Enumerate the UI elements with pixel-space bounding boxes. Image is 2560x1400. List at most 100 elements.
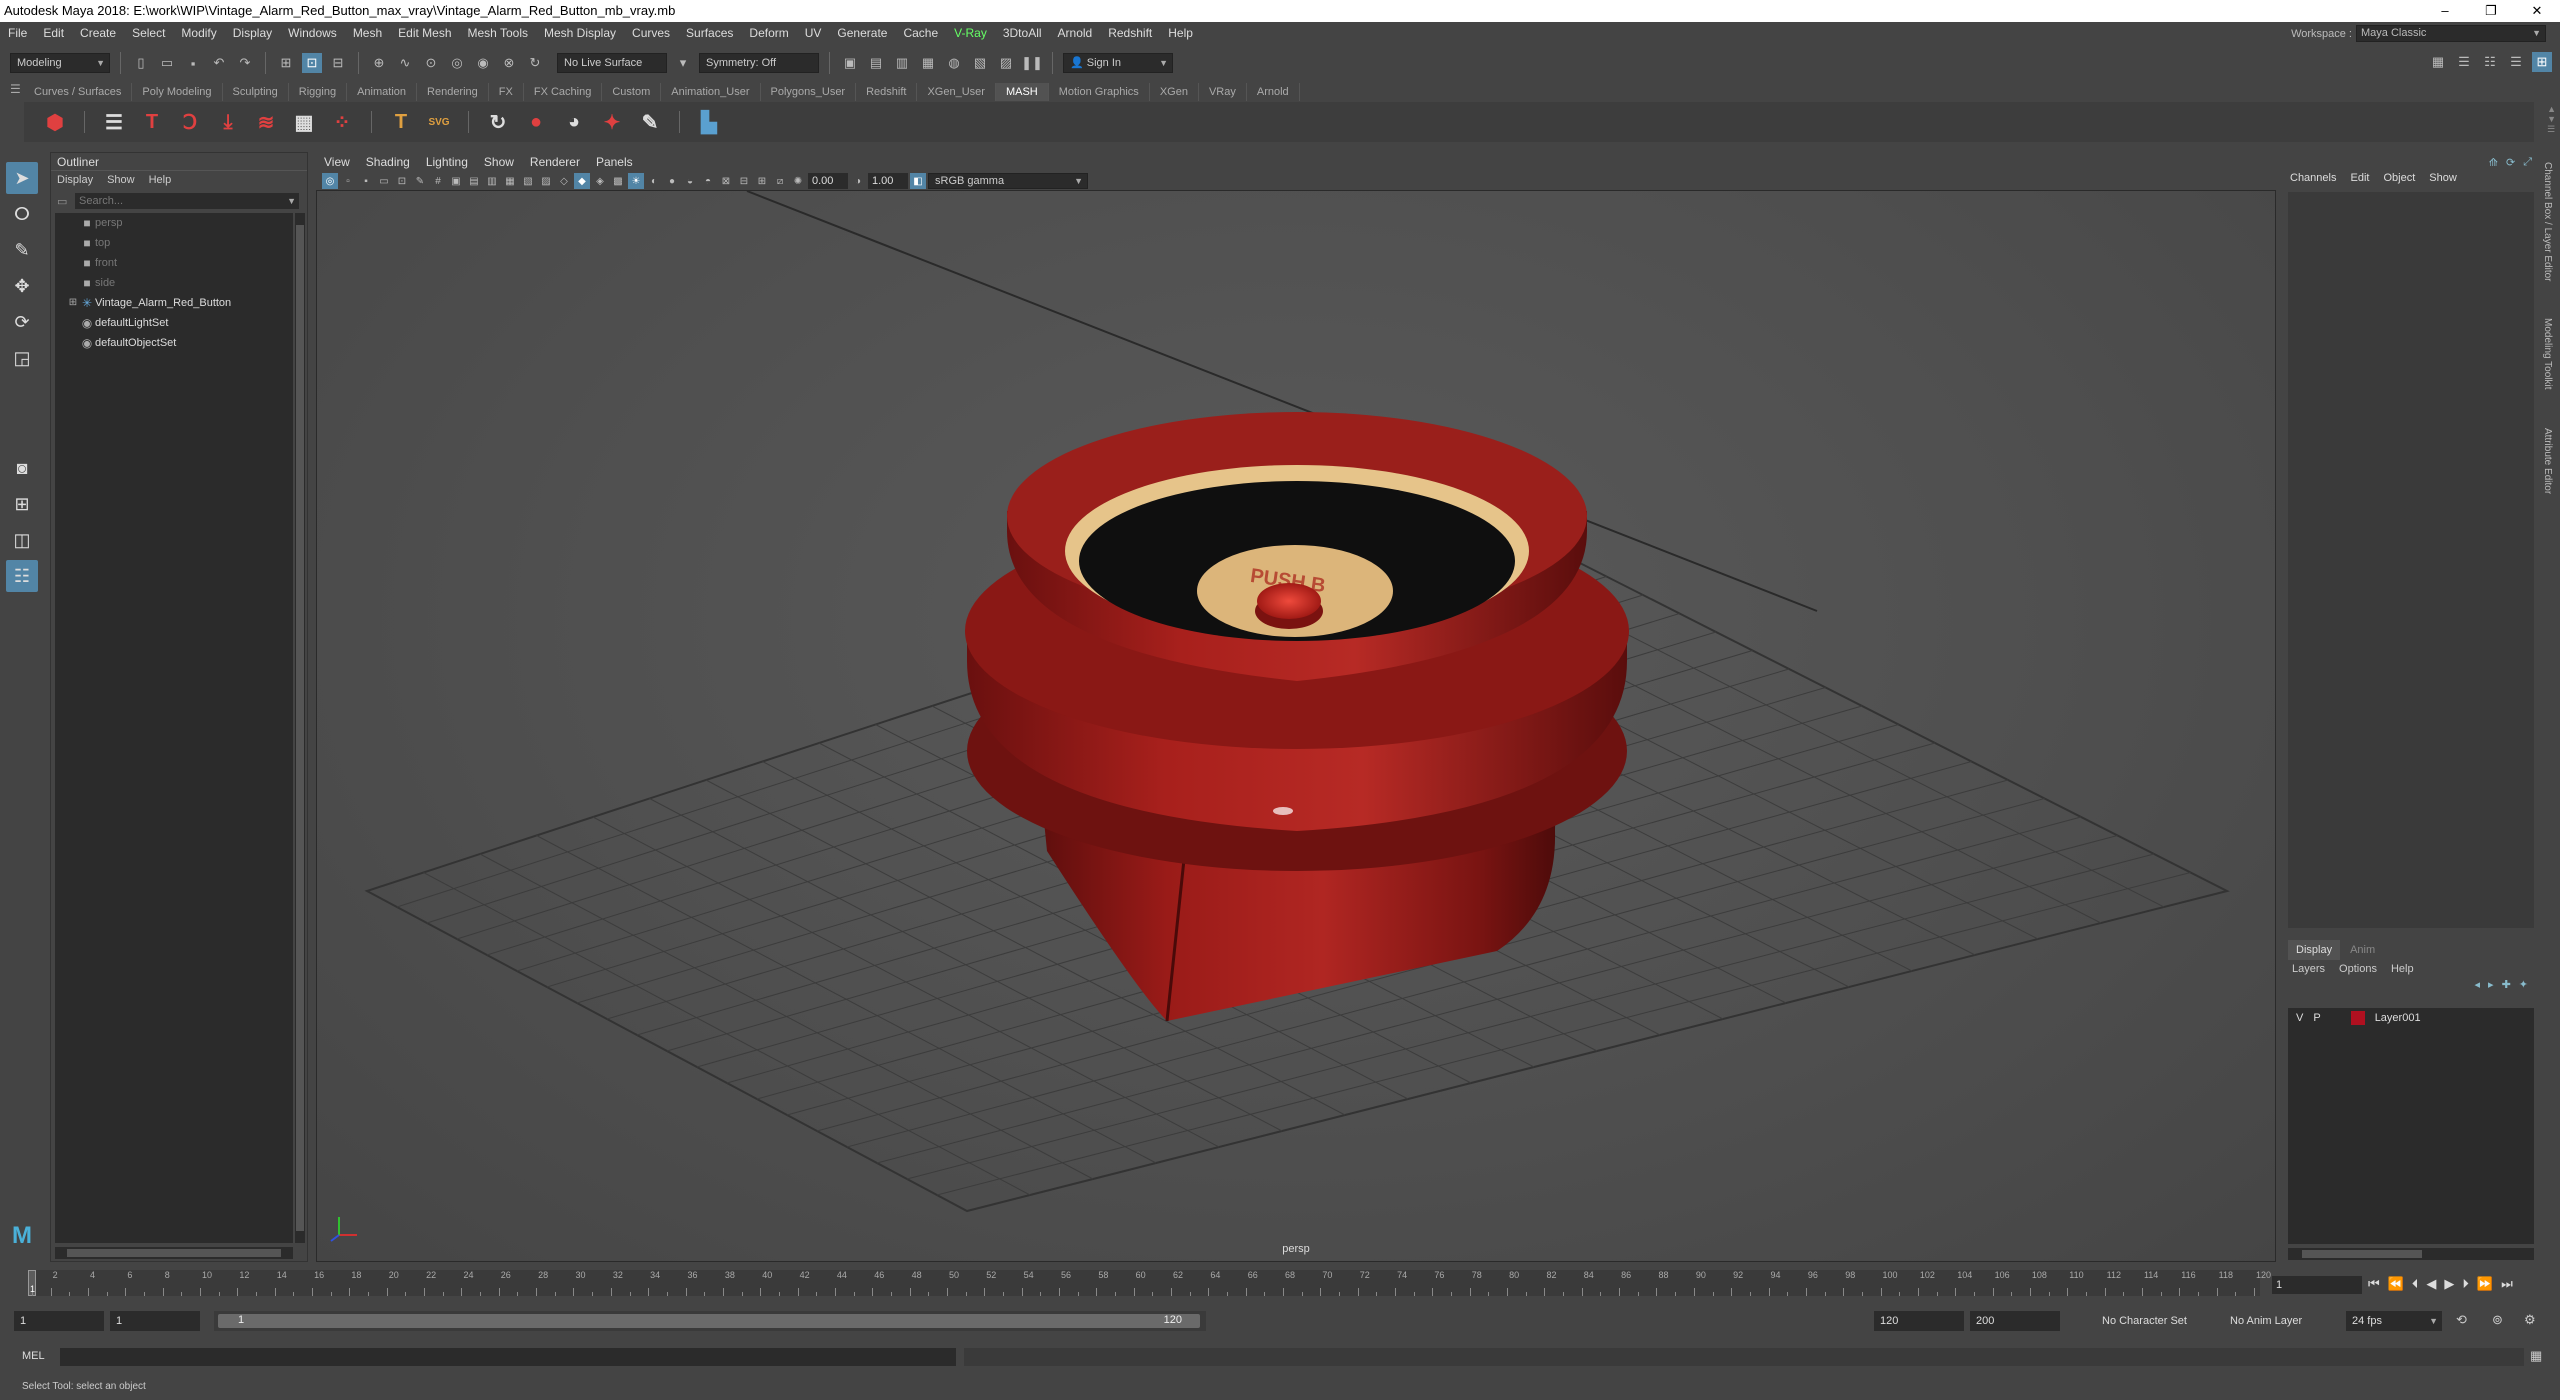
shelf-tab-polygons-user[interactable]: Polygons_User xyxy=(761,83,857,101)
range-bar-handle[interactable] xyxy=(218,1314,1200,1328)
play-backwards-icon[interactable]: ◀ xyxy=(2426,1276,2436,1292)
paint-select-icon[interactable]: ✎ xyxy=(6,234,38,266)
restore-button[interactable]: ❐ xyxy=(2468,0,2514,22)
menu-select[interactable]: Select xyxy=(124,22,173,44)
move-layer-up-icon[interactable]: ◂ xyxy=(2475,978,2481,996)
new-scene-icon[interactable]: ▯ xyxy=(131,53,151,73)
mash-script-icon[interactable]: ▙ xyxy=(696,109,722,135)
go-to-end-icon[interactable]: ⏭ xyxy=(2501,1276,2513,1292)
shelf-tab-curves-surfaces[interactable]: Curves / Surfaces xyxy=(24,83,133,101)
new-empty-layer-icon[interactable]: ✚ xyxy=(2502,978,2511,996)
save-scene-icon[interactable]: ▪ xyxy=(183,53,203,73)
menu-cache[interactable]: Cache xyxy=(895,22,946,44)
scale-tool-icon[interactable]: ◲ xyxy=(6,342,38,374)
shelf-tab-sculpting[interactable]: Sculpting xyxy=(223,83,289,101)
script-editor-icon[interactable]: ▦ xyxy=(2530,1348,2542,1364)
2d-pan-zoom-icon[interactable]: ⊡ xyxy=(394,173,410,189)
outliner-item-default-light-set[interactable]: ◉ defaultLightSet xyxy=(55,313,293,333)
viewport-menu-show[interactable]: Show xyxy=(484,152,514,172)
scrollbar-thumb[interactable] xyxy=(67,1249,281,1257)
four-view-layout-icon[interactable]: ⊞ xyxy=(6,488,38,520)
move-tool-icon[interactable]: ✥ xyxy=(6,270,38,302)
snap-grid-icon[interactable]: ⊕ xyxy=(369,53,389,73)
shelf-tab-motion-graphics[interactable]: Motion Graphics xyxy=(1049,83,1150,101)
scrollbar-thumb[interactable] xyxy=(296,225,304,1231)
anim-layer-field[interactable]: No Anim Layer xyxy=(2224,1311,2328,1331)
layer-menu-options[interactable]: Options xyxy=(2339,960,2377,978)
layer-menu-help[interactable]: Help xyxy=(2391,960,2414,978)
menu-edit[interactable]: Edit xyxy=(35,22,72,44)
symmetry-dropdown[interactable]: Symmetry: Off xyxy=(699,53,819,73)
range-bar[interactable]: 1 120 xyxy=(214,1311,1206,1331)
outliner-item-side[interactable]: ■ side xyxy=(55,273,293,293)
shelf-tab-fx-caching[interactable]: FX Caching xyxy=(524,83,603,101)
layer-horizontal-scrollbar[interactable] xyxy=(2288,1248,2534,1260)
menu-arnold[interactable]: Arnold xyxy=(1050,22,1101,44)
time-ruler[interactable]: 1 2 4 6 8 10 12 14 16 18 20 22 24 26 28 30 32 34 36 38 40 42… xyxy=(28,1270,2271,1296)
type-tool-icon[interactable]: T xyxy=(388,109,414,135)
hypershade-icon[interactable]: ◍ xyxy=(944,53,964,73)
menu-modify[interactable]: Modify xyxy=(173,22,224,44)
render-current-icon[interactable]: ▤ xyxy=(866,53,886,73)
outliner-item-top[interactable]: ■ top xyxy=(55,233,293,253)
menu-mesh[interactable]: Mesh xyxy=(345,22,390,44)
viewport-menu-lighting[interactable]: Lighting xyxy=(426,152,468,172)
isolate-select-icon[interactable]: ⊠ xyxy=(718,173,734,189)
outliner-persp-layout-icon[interactable]: ☷ xyxy=(6,560,38,592)
current-frame-field[interactable]: 1 xyxy=(2272,1276,2362,1294)
loop-icon[interactable]: ⟲ xyxy=(2456,1312,2467,1328)
command-input[interactable] xyxy=(60,1348,956,1366)
shelf-tab-xgen-user[interactable]: XGen_User xyxy=(917,83,996,101)
exposure-field[interactable]: 0.00 xyxy=(808,173,848,189)
fps-dropdown[interactable]: 24 fps ▼ xyxy=(2346,1311,2442,1331)
gate-mask-icon[interactable]: ▥ xyxy=(484,173,500,189)
bookmark-icon[interactable]: ▪ xyxy=(358,173,374,189)
animation-preferences-icon[interactable]: ⚙ xyxy=(2524,1312,2536,1328)
tab-modeling-toolkit[interactable]: Modeling Toolkit xyxy=(2542,318,2553,390)
menu-uv[interactable]: UV xyxy=(797,22,830,44)
ambient-occlusion-icon[interactable]: ● xyxy=(664,173,680,189)
safe-action-icon[interactable]: ▧ xyxy=(520,173,536,189)
single-perspective-layout-icon[interactable]: ◙ xyxy=(6,452,38,484)
menu-mesh-display[interactable]: Mesh Display xyxy=(536,22,624,44)
modeling-toolkit-toggle-icon[interactable]: ▦ xyxy=(2428,52,2448,72)
sign-in-button[interactable]: 👤 Sign In ▼ xyxy=(1063,53,1173,73)
outliner-menu-display[interactable]: Display xyxy=(57,171,93,189)
camera-attributes-icon[interactable]: ▫ xyxy=(340,173,356,189)
svg-tool-icon[interactable]: SVG xyxy=(426,109,452,135)
viewport-menu-view[interactable]: View xyxy=(324,152,350,172)
menu-mesh-tools[interactable]: Mesh Tools xyxy=(460,22,536,44)
chevron-down-icon[interactable]: ▾ xyxy=(673,53,693,73)
select-component-icon[interactable]: ⊟ xyxy=(328,53,348,73)
mash-flight-icon[interactable]: ✦ xyxy=(599,109,625,135)
shelf-tab-poly-modeling[interactable]: Poly Modeling xyxy=(132,83,223,101)
outliner-item-persp[interactable]: ■ persp xyxy=(55,213,293,233)
shelf-tab-redshift[interactable]: Redshift xyxy=(856,83,918,101)
mash-paint-icon[interactable]: ✎ xyxy=(637,109,663,135)
gamma-icon[interactable]: ◑ xyxy=(850,173,866,189)
color-management-icon[interactable]: ◧ xyxy=(910,173,926,189)
mash-spline-icon[interactable]: ≋ xyxy=(253,109,279,135)
gamma-field[interactable]: 1.00 xyxy=(868,173,908,189)
snap-curve-icon[interactable]: ∿ xyxy=(395,53,415,73)
outliner-menu-help[interactable]: Help xyxy=(149,171,172,189)
field-chart-icon[interactable]: ▦ xyxy=(502,173,518,189)
vray-render-icon[interactable]: ▧ xyxy=(970,53,990,73)
redo-icon[interactable]: ↷ xyxy=(235,53,255,73)
shelf-tab-animation-user[interactable]: Animation_User xyxy=(661,83,761,101)
exposure-icon[interactable]: ✺ xyxy=(790,173,806,189)
shelf-tab-arnold[interactable]: Arnold xyxy=(1247,83,1300,101)
mash-sphere-icon[interactable]: ● xyxy=(523,109,549,135)
select-camera-icon[interactable]: ◎ xyxy=(322,173,338,189)
tool-settings-toggle-icon[interactable]: ☷ xyxy=(2480,52,2500,72)
undo-icon[interactable]: ↶ xyxy=(209,53,229,73)
channelbox-menu-show[interactable]: Show xyxy=(2429,172,2457,184)
channelbox-menu-channels[interactable]: Channels xyxy=(2290,172,2336,184)
view-transform-dropdown[interactable]: sRGB gamma ▼ xyxy=(928,173,1088,189)
viewport-menu-renderer[interactable]: Renderer xyxy=(530,152,580,172)
step-back-frame-icon[interactable]: ⏴ xyxy=(2412,1276,2419,1292)
select-hierarchy-icon[interactable]: ⊞ xyxy=(276,53,296,73)
step-back-key-icon[interactable]: ⏪ xyxy=(2388,1276,2404,1292)
shelf-tab-xgen[interactable]: XGen xyxy=(1150,83,1199,101)
film-gate-icon[interactable]: ▣ xyxy=(448,173,464,189)
